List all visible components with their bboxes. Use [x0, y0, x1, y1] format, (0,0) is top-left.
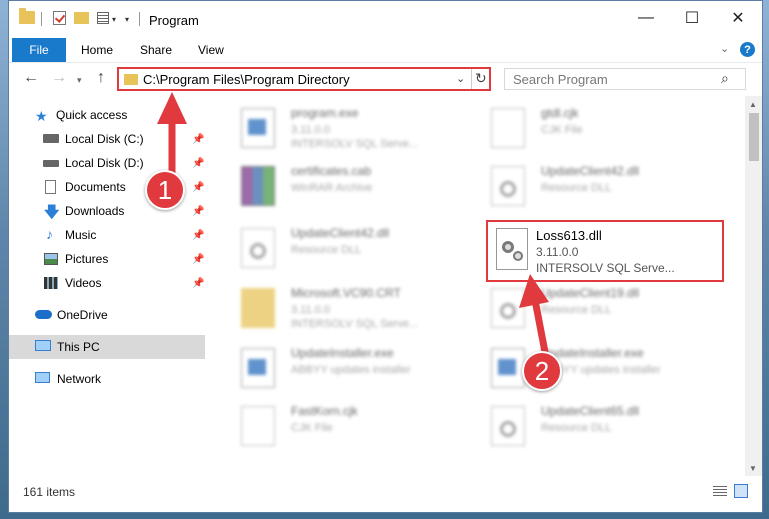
step-badge-2: 2	[522, 351, 562, 391]
arrow-to-address-bar	[157, 92, 187, 180]
annotation-arrows	[157, 92, 549, 356]
arrow-to-highlighted-file	[519, 274, 549, 356]
step-badge-1: 1	[145, 170, 185, 210]
